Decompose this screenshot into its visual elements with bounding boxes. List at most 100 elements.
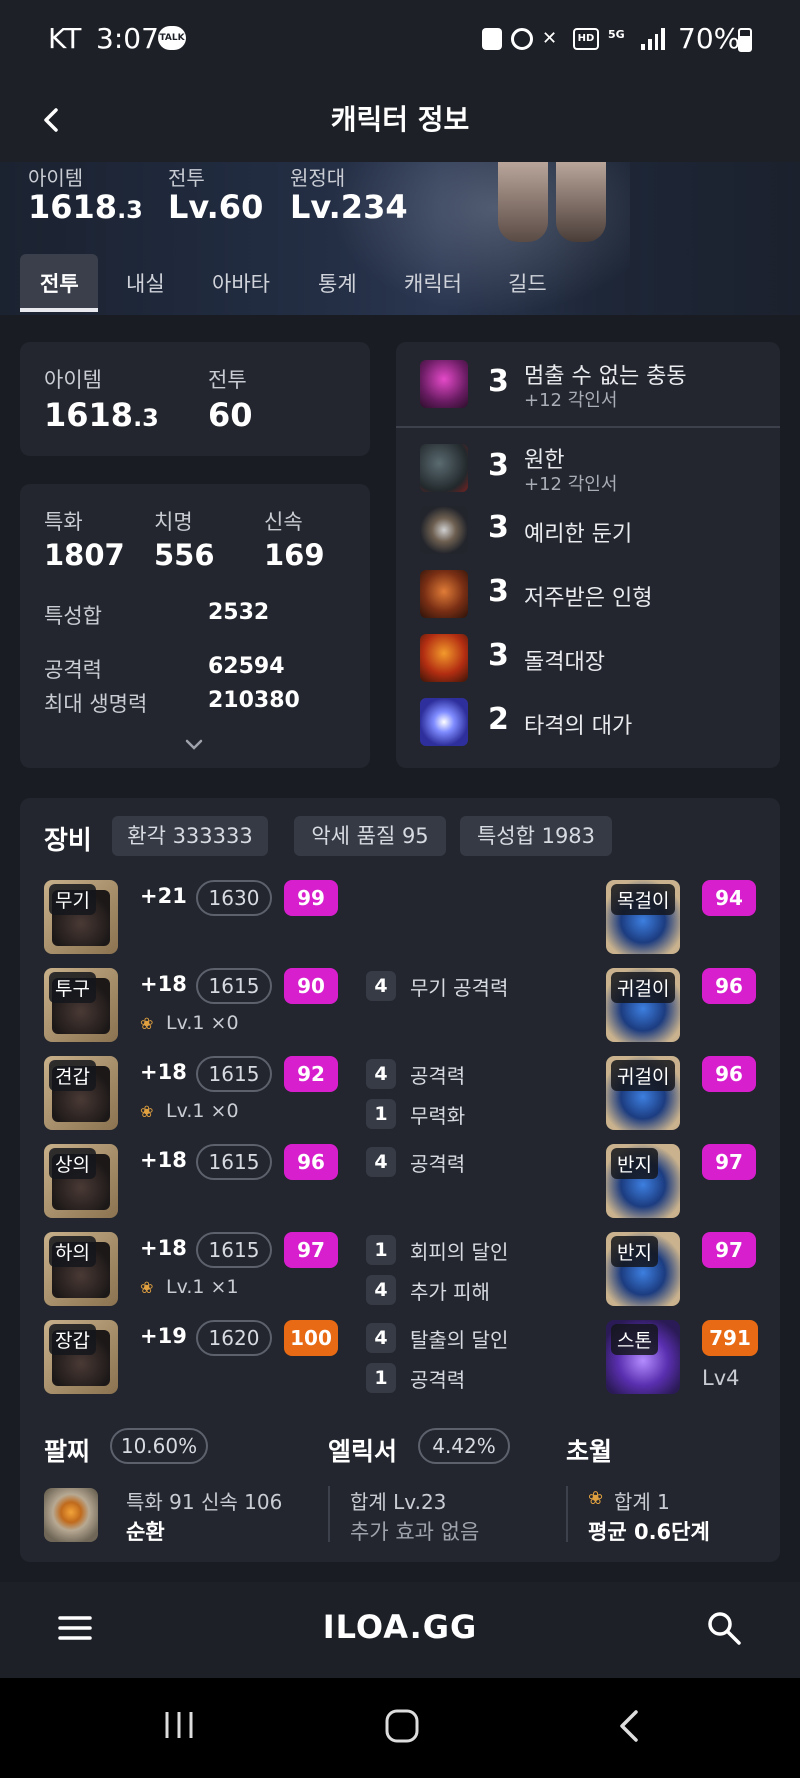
- tab-inner[interactable]: 내실: [126, 268, 165, 298]
- equipment-icon[interactable]: 무기: [44, 880, 118, 954]
- transcend-info: Lv.1 ×0: [166, 1100, 239, 1122]
- hd-icon: HD: [573, 28, 599, 50]
- accessory-icon[interactable]: 반지: [606, 1232, 680, 1306]
- engraving-name: 예리한 둔기: [524, 522, 633, 547]
- stat-crit-label: 치명: [154, 510, 193, 534]
- item-level: 1615: [196, 1056, 272, 1092]
- item-level: 1630: [196, 880, 272, 916]
- effect-level: 1: [366, 1099, 396, 1129]
- transcend-avg: 평균 0.6단계: [588, 1520, 710, 1544]
- mute-icon: ✕: [542, 28, 558, 49]
- summary-combat-value: 60: [208, 396, 253, 434]
- accessory-icon[interactable]: 스톤: [606, 1320, 680, 1394]
- back-arrow-icon: [620, 1710, 638, 1742]
- transcend-info: Lv.1 ×1: [166, 1276, 239, 1298]
- upgrade-level: +21: [140, 884, 187, 908]
- search-button[interactable]: [706, 1610, 742, 1646]
- equipment-icon[interactable]: 장갑: [44, 1320, 118, 1394]
- equipment-slot-label: 견갑: [49, 1060, 96, 1091]
- effect-level: 1: [366, 1363, 396, 1393]
- accessory-quality-badge: 791: [702, 1320, 758, 1356]
- upgrade-level: +18: [140, 1060, 187, 1084]
- accessory-icon[interactable]: 귀걸이: [606, 968, 680, 1042]
- system-back-button[interactable]: [612, 1708, 646, 1744]
- hero-combat-value: Lv.60: [168, 188, 264, 226]
- divider-1: [328, 1486, 330, 1542]
- summary-item-label: 아이템: [44, 368, 102, 392]
- equipment-slot-label: 무기: [49, 884, 96, 915]
- accessory-slot-label: 귀걸이: [611, 1060, 676, 1091]
- recent-apps-button[interactable]: [162, 1708, 196, 1742]
- stats-panel: 특화 1807 치명 556 신속 169 특성합 2532 공격력 62594…: [20, 484, 370, 768]
- search-icon: [708, 1612, 741, 1645]
- quality-badge: 90: [284, 968, 338, 1004]
- stat-spec-label: 특화: [44, 510, 83, 534]
- tab-combat[interactable]: 전투: [40, 268, 79, 298]
- effect-level: 4: [366, 1147, 396, 1177]
- accessory-slot-label: 반지: [611, 1236, 658, 1267]
- stat-atk-value: 62594: [208, 654, 285, 679]
- chip-hallucination: 환각 333333: [112, 816, 268, 856]
- 5g-icon: 5G: [608, 28, 625, 41]
- site-logo[interactable]: ILOA.GG: [0, 1608, 800, 1646]
- effect-name: 공격력: [410, 1064, 466, 1088]
- transcend-flame-icon: ❀: [140, 1014, 154, 1033]
- engraving-level: 3: [488, 448, 509, 483]
- tab-stats[interactable]: 통계: [318, 268, 357, 298]
- effect-name: 공격력: [410, 1368, 466, 1392]
- bracelet-label: 팔찌: [44, 1437, 91, 1466]
- transcend-flame-icon: ❀: [140, 1102, 154, 1121]
- tab-character[interactable]: 캐릭터: [404, 268, 462, 298]
- elixir-total: 합계 Lv.23: [350, 1490, 447, 1514]
- transcend-label: 초월: [566, 1437, 613, 1466]
- quality-badge: 96: [284, 1144, 338, 1180]
- clock: 3:07: [96, 22, 159, 55]
- transcend-info: Lv.1 ×0: [166, 1012, 239, 1034]
- summary-item-value: 1618.3: [44, 396, 159, 434]
- effect-name: 무기 공격력: [410, 976, 509, 1000]
- accessory-icon[interactable]: 반지: [606, 1144, 680, 1218]
- engraving-level: 2: [488, 702, 509, 737]
- effect-name: 추가 피해: [410, 1280, 490, 1304]
- expand-stats-button[interactable]: [182, 736, 206, 754]
- summary-panel: 아이템 1618.3 전투 60: [20, 342, 370, 456]
- equipment-slot-label: 장갑: [49, 1324, 96, 1355]
- engraving-name: 저주받은 인형: [524, 586, 653, 611]
- equipment-icon[interactable]: 견갑: [44, 1056, 118, 1130]
- hero-combat-label: 전투: [168, 166, 205, 190]
- effect-name: 공격력: [410, 1152, 466, 1176]
- tab-avatar[interactable]: 아바타: [212, 268, 270, 298]
- tab-guild[interactable]: 길드: [508, 268, 547, 298]
- effect-name: 탈출의 달인: [410, 1328, 509, 1352]
- transcend-total: 합계 1: [614, 1490, 670, 1514]
- quality-badge: 92: [284, 1056, 338, 1092]
- item-level: 1615: [196, 968, 272, 1004]
- effect-level: 4: [366, 971, 396, 1001]
- accessory-icon[interactable]: 귀걸이: [606, 1056, 680, 1130]
- chevron-down-icon: [185, 739, 203, 750]
- equipment-slot-label: 상의: [49, 1148, 96, 1179]
- elixir-percent: 4.42%: [418, 1428, 510, 1464]
- accessory-quality-badge: 94: [702, 880, 756, 916]
- engraving-level: 3: [488, 574, 509, 609]
- equipment-icon[interactable]: 투구: [44, 968, 118, 1042]
- accessory-slot-label: 반지: [611, 1148, 658, 1179]
- bracelet-icon: [44, 1488, 98, 1542]
- bracelet-effect: 순환: [126, 1520, 165, 1544]
- quality-badge: 99: [284, 880, 338, 916]
- equipment-icon[interactable]: 하의: [44, 1232, 118, 1306]
- chip-stat-total: 특성합 1983: [460, 816, 612, 856]
- quality-badge: 97: [284, 1232, 338, 1268]
- engraving-book: +12 각인서: [524, 474, 618, 495]
- equipment-icon[interactable]: 상의: [44, 1144, 118, 1218]
- bracelet-stats: 특화 91 신속 106: [126, 1490, 283, 1514]
- engraving-level: 3: [488, 638, 509, 673]
- battery-icon: [738, 28, 752, 52]
- home-button[interactable]: [384, 1708, 420, 1744]
- purple-demon-icon: [420, 360, 468, 408]
- effect-level: 4: [366, 1275, 396, 1305]
- stone-level: Lv4: [702, 1366, 740, 1390]
- upgrade-level: +18: [140, 1236, 187, 1260]
- accessory-icon[interactable]: 목걸이: [606, 880, 680, 954]
- accessory-quality-badge: 97: [702, 1144, 756, 1180]
